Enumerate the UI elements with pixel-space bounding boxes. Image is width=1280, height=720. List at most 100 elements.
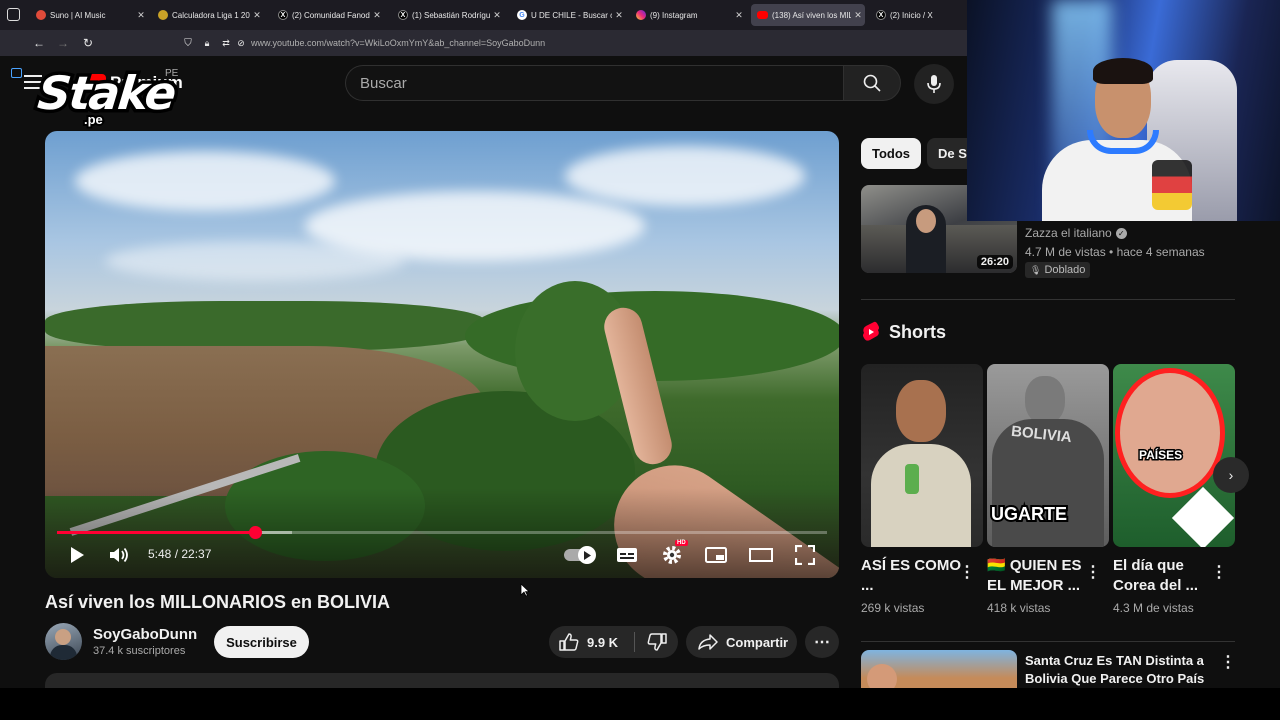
channel-avatar[interactable] [45, 623, 82, 660]
miniplayer-icon [705, 547, 727, 563]
short-title-1[interactable]: ASÍ ES COMO ... [861, 556, 961, 596]
fullscreen-button[interactable] [794, 543, 816, 567]
volume-button[interactable] [109, 543, 131, 567]
close-icon[interactable]: ✕ [732, 10, 746, 21]
duration-badge: 26:20 [976, 255, 1013, 269]
short-menu-icon[interactable]: ⋮ [1211, 562, 1227, 582]
autoplay-toggle[interactable] [563, 543, 596, 567]
tab-label: (1) Sebastián Rodríguez [412, 10, 490, 20]
more-dots-icon: ⋯ [814, 634, 830, 651]
miniplayer-button[interactable] [704, 543, 728, 567]
forward-arrow-icon[interactable]: → [55, 35, 71, 51]
description-box[interactable] [45, 673, 839, 689]
gear-icon [663, 546, 681, 564]
thumb-face [867, 664, 897, 690]
shorts-next-button[interactable]: › [1213, 457, 1249, 493]
short-thumbnail-3[interactable]: PAÍSES [1113, 364, 1235, 547]
share-button[interactable]: Compartir [686, 626, 797, 658]
more-actions-button[interactable]: ⋯ [805, 626, 839, 658]
thumbs-up-icon [559, 633, 579, 651]
short-player-face [1025, 376, 1065, 424]
short-thumbnail-1[interactable] [861, 364, 983, 547]
close-icon[interactable]: ✕ [250, 10, 264, 21]
short-thumbnail-2[interactable]: BOLIVIA UGARTE [987, 364, 1109, 547]
progress-played [57, 531, 255, 534]
close-icon[interactable]: ✕ [490, 10, 504, 21]
like-count: 9.9 K [587, 634, 619, 650]
tab-overview-icon[interactable] [7, 8, 20, 21]
search-button[interactable] [843, 65, 901, 101]
url-field[interactable]: www.youtube.com/watch?v=WkiLoOxmYmY&ab_c… [251, 32, 1041, 54]
stake-logo-text: Stake [32, 63, 181, 124]
short-title-3[interactable]: El día que Corea del ... [1113, 556, 1213, 596]
suno-icon [36, 10, 46, 20]
sidebar-toggle-icon[interactable] [8, 65, 24, 81]
short-title-2[interactable]: 🇧🇴 QUIEN ES EL MEJOR ... [987, 556, 1087, 596]
shorts-title: Shorts [889, 321, 947, 342]
chip-todos[interactable]: Todos [861, 138, 922, 169]
rec1-channel[interactable]: Zazza el italiano ✓ [1025, 226, 1127, 240]
tab-google-search[interactable]: G U DE CHILE - Buscar con ✕ [511, 4, 626, 26]
tab-x-home[interactable]: X (2) Inicio / X [870, 4, 966, 26]
subtitles-button[interactable] [615, 543, 639, 567]
short-views-1: 269 k vistas [861, 601, 925, 615]
lock-icon[interactable]: 🔒︎ [199, 35, 215, 51]
autoplay-play-icon [578, 546, 596, 564]
tab-instagram[interactable]: (9) Instagram ✕ [630, 4, 746, 26]
x-icon: X [876, 10, 886, 20]
tab-calculadora[interactable]: Calculadora Liga 1 2024 ✕ [152, 4, 264, 26]
calc-icon [158, 10, 168, 20]
subscribe-button[interactable]: Suscribirse [214, 626, 309, 658]
search-input[interactable]: Buscar [345, 65, 843, 101]
shield-icon[interactable]: ⛉ [180, 35, 196, 51]
close-icon[interactable]: ✕ [851, 10, 865, 21]
close-icon[interactable]: ✕ [370, 10, 384, 21]
cloud-shape [105, 241, 405, 281]
tab-comunidad[interactable]: X (2) Comunidad Fanodri ✕ [272, 4, 384, 26]
close-icon[interactable]: ✕ [612, 10, 626, 21]
subtitles-icon [617, 548, 637, 562]
search-icon [863, 74, 881, 92]
short-overlay-text: UGARTE [989, 502, 1069, 526]
rec2-title[interactable]: Santa Cruz Es TAN Distinta a Bolivia Que… [1025, 652, 1210, 688]
microphone-icon [927, 75, 941, 93]
reload-icon[interactable]: ↻ [80, 35, 96, 51]
permissions-icon[interactable]: ⇄ [218, 35, 234, 51]
recommended-video-thumbnail-2[interactable] [861, 650, 1017, 690]
voice-search-button[interactable] [914, 64, 954, 104]
progress-scrubber[interactable] [248, 526, 262, 539]
close-icon[interactable]: ✕ [134, 10, 148, 21]
dubbed-label: Doblado [1044, 264, 1086, 276]
share-icon [698, 634, 718, 650]
short-views-3: 4.3 M de vistas [1113, 601, 1194, 615]
tab-youtube-active[interactable]: (138) Así viven los MILLONARIOS ✕ [751, 4, 865, 26]
divider [861, 299, 1235, 300]
time-display: 5:48 / 22:37 [148, 547, 212, 561]
dislike-button[interactable] [635, 626, 678, 658]
short-menu-icon[interactable]: ⋮ [1085, 562, 1101, 582]
video-player[interactable]: 5:48 / 22:37 HD [45, 131, 839, 578]
short-menu-icon[interactable]: ⋮ [959, 562, 975, 582]
like-button[interactable]: 9.9 K [549, 626, 633, 658]
stake-logo: Stake .pe [32, 63, 181, 132]
play-icon [71, 547, 84, 563]
rec2-menu-icon[interactable]: ⋮ [1220, 652, 1236, 672]
rec1-views: 4.7 M de vistas • hace 4 semanas [1025, 245, 1205, 259]
tab-label: (138) Así viven los MILLONARIOS [772, 10, 851, 20]
tab-sebastian[interactable]: X (1) Sebastián Rodríguez ✕ [392, 4, 504, 26]
like-dislike-group: 9.9 K [549, 626, 678, 658]
divider [861, 641, 1235, 642]
play-button[interactable] [67, 543, 87, 567]
short-person-face [896, 380, 946, 442]
subscriber-count: 37.4 k suscriptores [93, 645, 186, 657]
dubbed-badge: 🎙︎ Doblado [1025, 262, 1091, 278]
channel-name[interactable]: SoyGaboDunn [93, 626, 197, 643]
progress-bar[interactable] [57, 526, 827, 539]
back-arrow-icon[interactable]: ← [31, 35, 47, 51]
autoplay-blocked-icon[interactable]: ⊘ [233, 35, 249, 51]
chevron-right-icon: › [1228, 467, 1234, 483]
tab-label: Suno | AI Music [50, 10, 106, 20]
settings-button[interactable]: HD [660, 540, 688, 567]
tab-suno[interactable]: Suno | AI Music ✕ [30, 4, 148, 26]
theater-mode-button[interactable] [748, 543, 774, 567]
